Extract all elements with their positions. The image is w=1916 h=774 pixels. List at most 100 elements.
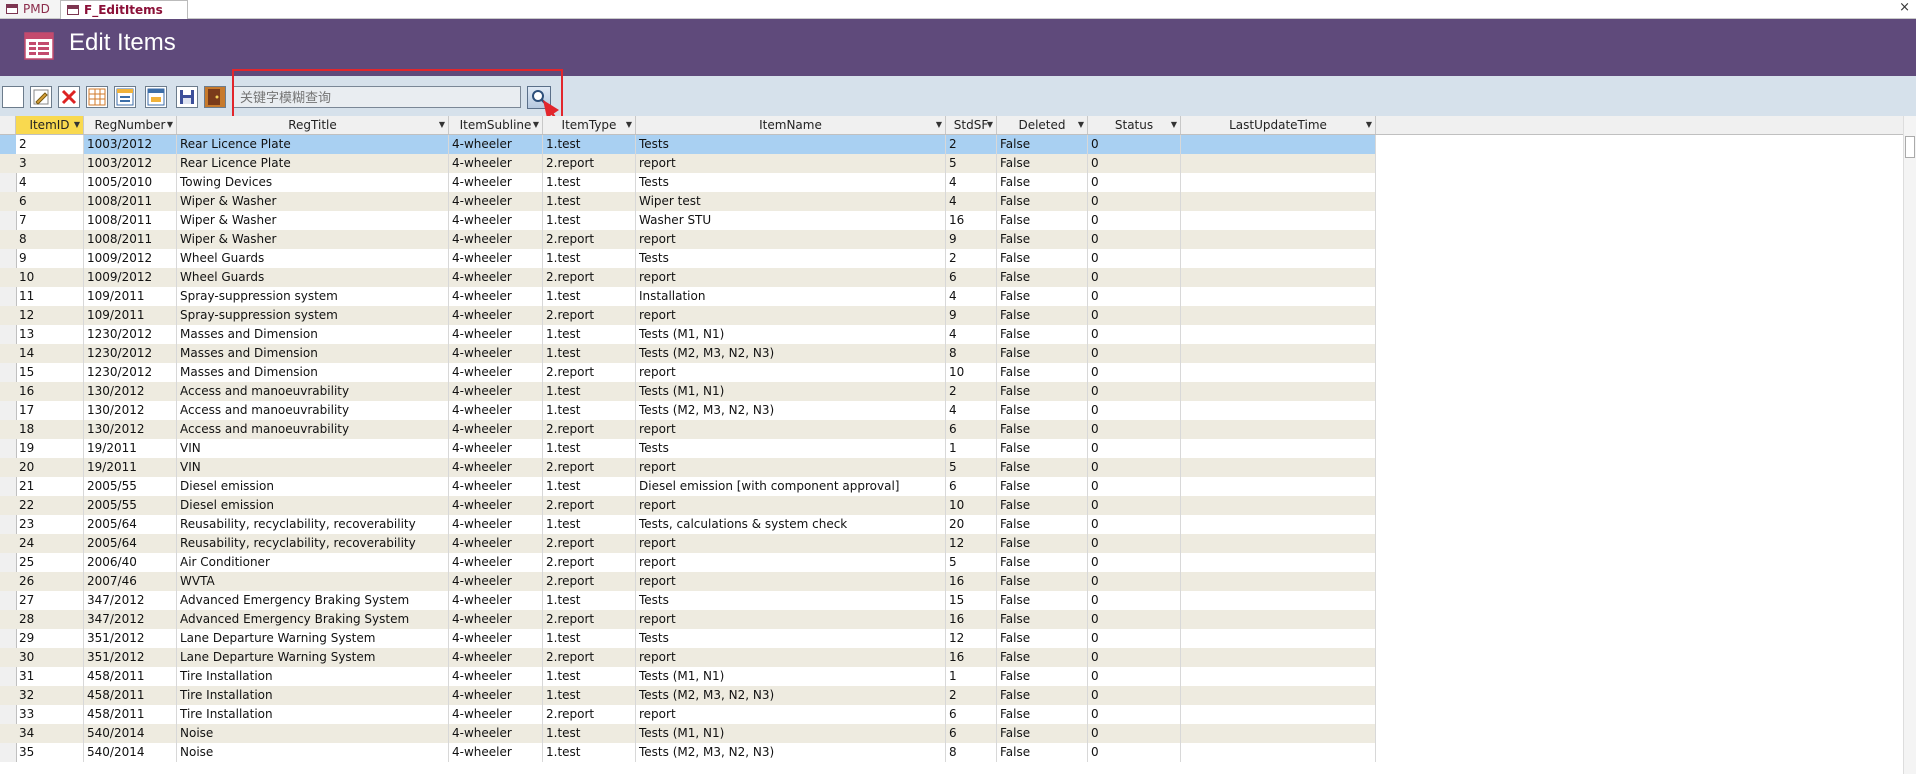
cell-itemid[interactable]: 24 bbox=[16, 534, 84, 553]
cell-regnumber[interactable]: 351/2012 bbox=[84, 629, 177, 648]
cell-stdsf[interactable]: 16 bbox=[946, 572, 997, 591]
cell-regtitle[interactable]: Noise bbox=[177, 724, 449, 743]
cell-itemsubline[interactable]: 4-wheeler bbox=[449, 420, 543, 439]
cell-status[interactable]: 0 bbox=[1088, 211, 1181, 230]
cell-deleted[interactable]: False bbox=[997, 610, 1088, 629]
cell-regtitle[interactable]: Access and manoeuvrability bbox=[177, 420, 449, 439]
cell-itemsubline[interactable]: 4-wheeler bbox=[449, 173, 543, 192]
cell-itemname[interactable]: Tests (M2, M3, N2, N3) bbox=[636, 344, 946, 363]
cell-deleted[interactable]: False bbox=[997, 743, 1088, 762]
cell-itemid[interactable]: 12 bbox=[16, 306, 84, 325]
cell-itemtype[interactable]: 2.report bbox=[543, 572, 636, 591]
cell-status[interactable]: 0 bbox=[1088, 135, 1181, 154]
cell-status[interactable]: 0 bbox=[1088, 477, 1181, 496]
cell-status[interactable]: 0 bbox=[1088, 420, 1181, 439]
cell-regtitle[interactable]: Diesel emission bbox=[177, 477, 449, 496]
cell-regtitle[interactable]: Lane Departure Warning System bbox=[177, 629, 449, 648]
cell-regtitle[interactable]: Access and manoeuvrability bbox=[177, 382, 449, 401]
cell-itemtype[interactable]: 2.report bbox=[543, 496, 636, 515]
cell-stdsf[interactable]: 6 bbox=[946, 477, 997, 496]
cell-deleted[interactable]: False bbox=[997, 648, 1088, 667]
cell-regnumber[interactable]: 130/2012 bbox=[84, 420, 177, 439]
table-row[interactable]: 9 1009/2012 Wheel Guards 4-wheeler 1.test Tes… bbox=[0, 249, 1376, 268]
cell-itemid[interactable]: 6 bbox=[16, 192, 84, 211]
table-row[interactable]: 29 351/2012 Lane Departure Warning System 4… bbox=[0, 629, 1376, 648]
cell-itemname[interactable]: Tests (M1, N1) bbox=[636, 325, 946, 344]
cell-regnumber[interactable]: 1003/2012 bbox=[84, 154, 177, 173]
cell-lastupdatetime[interactable] bbox=[1181, 553, 1376, 572]
table-row[interactable]: 13 1230/2012 Masses and Dimension 4-wheeler… bbox=[0, 325, 1376, 344]
cell-deleted[interactable]: False bbox=[997, 325, 1088, 344]
cell-deleted[interactable]: False bbox=[997, 420, 1088, 439]
cell-lastupdatetime[interactable] bbox=[1181, 363, 1376, 382]
cell-itemtype[interactable]: 1.test bbox=[543, 439, 636, 458]
cell-status[interactable]: 0 bbox=[1088, 306, 1181, 325]
cell-lastupdatetime[interactable] bbox=[1181, 306, 1376, 325]
cell-lastupdatetime[interactable] bbox=[1181, 572, 1376, 591]
cell-itemsubline[interactable]: 4-wheeler bbox=[449, 211, 543, 230]
column-header-deleted[interactable]: Deleted ▼ bbox=[997, 116, 1088, 134]
column-header-lastupdatetime[interactable]: LastUpdateTime ▼ bbox=[1181, 116, 1376, 134]
cell-itemid[interactable]: 27 bbox=[16, 591, 84, 610]
cell-stdsf[interactable]: 16 bbox=[946, 648, 997, 667]
cell-itemtype[interactable]: 2.report bbox=[543, 154, 636, 173]
cell-itemid[interactable]: 29 bbox=[16, 629, 84, 648]
cell-itemname[interactable]: report bbox=[636, 154, 946, 173]
cell-itemname[interactable]: Tests bbox=[636, 439, 946, 458]
cell-deleted[interactable]: False bbox=[997, 591, 1088, 610]
cell-itemid[interactable]: 28 bbox=[16, 610, 84, 629]
cell-regnumber[interactable]: 109/2011 bbox=[84, 306, 177, 325]
cell-status[interactable]: 0 bbox=[1088, 458, 1181, 477]
column-header-itemname[interactable]: ItemName ▼ bbox=[636, 116, 946, 134]
cell-status[interactable]: 0 bbox=[1088, 515, 1181, 534]
cell-lastupdatetime[interactable] bbox=[1181, 477, 1376, 496]
tab-f-edititems[interactable]: F_EditItems bbox=[60, 0, 188, 19]
cell-stdsf[interactable]: 4 bbox=[946, 287, 997, 306]
cell-lastupdatetime[interactable] bbox=[1181, 401, 1376, 420]
cell-itemtype[interactable]: 1.test bbox=[543, 192, 636, 211]
cell-itemtype[interactable]: 2.report bbox=[543, 534, 636, 553]
cell-regtitle[interactable]: Access and manoeuvrability bbox=[177, 401, 449, 420]
new-record-icon[interactable] bbox=[2, 86, 24, 108]
cell-itemsubline[interactable]: 4-wheeler bbox=[449, 610, 543, 629]
table-row[interactable]: 21 2005/55 Diesel emission 4-wheeler 1.test D… bbox=[0, 477, 1376, 496]
cell-itemname[interactable]: Diesel emission [with component approval… bbox=[636, 477, 946, 496]
cell-status[interactable]: 0 bbox=[1088, 705, 1181, 724]
cell-itemtype[interactable]: 2.report bbox=[543, 230, 636, 249]
cell-regtitle[interactable]: Towing Devices bbox=[177, 173, 449, 192]
cell-itemsubline[interactable]: 4-wheeler bbox=[449, 648, 543, 667]
cell-itemsubline[interactable]: 4-wheeler bbox=[449, 705, 543, 724]
cell-deleted[interactable]: False bbox=[997, 515, 1088, 534]
cell-regnumber[interactable]: 109/2011 bbox=[84, 287, 177, 306]
table-row[interactable]: 33 458/2011 Tire Installation 4-wheeler 2.re… bbox=[0, 705, 1376, 724]
table-row[interactable]: 17 130/2012 Access and manoeuvrability 4-wh… bbox=[0, 401, 1376, 420]
table-row[interactable]: 8 1008/2011 Wiper & Washer 4-wheeler 2.repor… bbox=[0, 230, 1376, 249]
cell-regnumber[interactable]: 2007/46 bbox=[84, 572, 177, 591]
cell-regtitle[interactable]: VIN bbox=[177, 439, 449, 458]
cell-itemsubline[interactable]: 4-wheeler bbox=[449, 515, 543, 534]
column-header-status[interactable]: Status ▼ bbox=[1088, 116, 1181, 134]
cell-stdsf[interactable]: 8 bbox=[946, 344, 997, 363]
cell-regnumber[interactable]: 540/2014 bbox=[84, 743, 177, 762]
cell-stdsf[interactable]: 12 bbox=[946, 534, 997, 553]
cell-deleted[interactable]: False bbox=[997, 363, 1088, 382]
cell-regtitle[interactable]: Rear Licence Plate bbox=[177, 154, 449, 173]
table-row[interactable]: 11 109/2011 Spray-suppression system 4-whee… bbox=[0, 287, 1376, 306]
cell-itemtype[interactable]: 1.test bbox=[543, 629, 636, 648]
exit-icon[interactable] bbox=[204, 86, 226, 108]
cell-itemid[interactable]: 26 bbox=[16, 572, 84, 591]
cell-stdsf[interactable]: 4 bbox=[946, 192, 997, 211]
cell-itemname[interactable]: report bbox=[636, 705, 946, 724]
filter-dropdown-icon[interactable]: ▼ bbox=[1171, 116, 1177, 134]
cell-regtitle[interactable]: Spray-suppression system bbox=[177, 306, 449, 325]
cell-regnumber[interactable]: 1230/2012 bbox=[84, 325, 177, 344]
cell-regtitle[interactable]: Advanced Emergency Braking System bbox=[177, 591, 449, 610]
cell-itemtype[interactable]: 1.test bbox=[543, 477, 636, 496]
cell-lastupdatetime[interactable] bbox=[1181, 534, 1376, 553]
cell-regtitle[interactable]: Tire Installation bbox=[177, 705, 449, 724]
cell-itemid[interactable]: 23 bbox=[16, 515, 84, 534]
cell-itemid[interactable]: 8 bbox=[16, 230, 84, 249]
table-row[interactable]: 35 540/2014 Noise 4-wheeler 1.test Tests (M2,… bbox=[0, 743, 1376, 762]
cell-itemname[interactable]: report bbox=[636, 268, 946, 287]
cell-regnumber[interactable]: 1008/2011 bbox=[84, 192, 177, 211]
